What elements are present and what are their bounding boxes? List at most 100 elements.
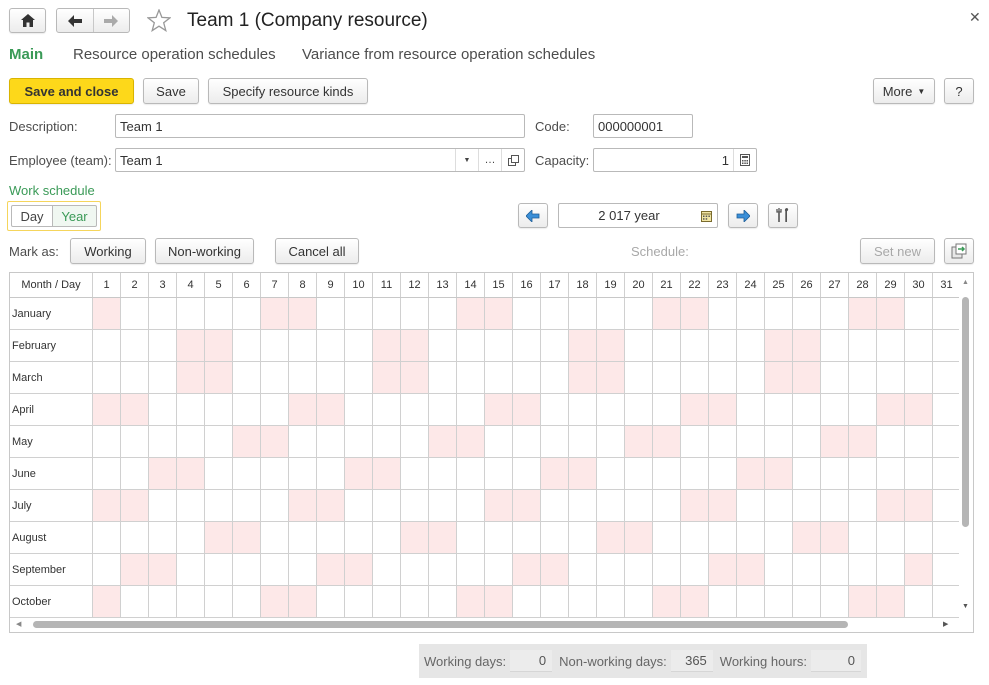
- day-cell[interactable]: [708, 393, 737, 426]
- day-cell[interactable]: [148, 553, 177, 586]
- day-cell[interactable]: [260, 457, 289, 490]
- day-cell[interactable]: [848, 553, 877, 586]
- scroll-down-arrow[interactable]: ▼: [962, 603, 969, 610]
- day-cell[interactable]: [288, 329, 317, 362]
- day-cell[interactable]: [932, 457, 961, 490]
- day-cell[interactable]: [764, 361, 793, 394]
- day-cell[interactable]: [820, 297, 849, 330]
- day-cell[interactable]: [540, 425, 569, 458]
- day-cell[interactable]: [652, 585, 681, 618]
- day-cell[interactable]: [652, 425, 681, 458]
- day-cell[interactable]: [652, 297, 681, 330]
- day-cell[interactable]: [232, 521, 261, 554]
- day-cell[interactable]: [484, 393, 513, 426]
- day-cell[interactable]: [596, 361, 625, 394]
- day-cell[interactable]: [904, 425, 933, 458]
- day-cell[interactable]: [736, 457, 765, 490]
- day-cell[interactable]: [540, 489, 569, 522]
- day-cell[interactable]: [512, 457, 541, 490]
- day-cell[interactable]: [512, 425, 541, 458]
- day-cell[interactable]: [512, 553, 541, 586]
- day-cell[interactable]: [316, 489, 345, 522]
- day-cell[interactable]: [736, 329, 765, 362]
- home-button[interactable]: [9, 8, 46, 33]
- day-cell[interactable]: [792, 297, 821, 330]
- day-cell[interactable]: [680, 297, 709, 330]
- day-cell[interactable]: [288, 361, 317, 394]
- day-cell[interactable]: [120, 457, 149, 490]
- day-cell[interactable]: [204, 425, 233, 458]
- day-cell[interactable]: [596, 393, 625, 426]
- day-cell[interactable]: [288, 585, 317, 618]
- day-cell[interactable]: [400, 521, 429, 554]
- day-cell[interactable]: [344, 361, 373, 394]
- day-cell[interactable]: [484, 457, 513, 490]
- day-cell[interactable]: [904, 297, 933, 330]
- day-cell[interactable]: [232, 457, 261, 490]
- day-cell[interactable]: [848, 521, 877, 554]
- day-cell[interactable]: [596, 585, 625, 618]
- calendar-icon[interactable]: [695, 210, 717, 222]
- day-cell[interactable]: [512, 585, 541, 618]
- day-cell[interactable]: [736, 553, 765, 586]
- day-cell[interactable]: [176, 361, 205, 394]
- day-cell[interactable]: [120, 553, 149, 586]
- day-cell[interactable]: [316, 361, 345, 394]
- day-cell[interactable]: [624, 425, 653, 458]
- day-cell[interactable]: [372, 329, 401, 362]
- day-cell[interactable]: [932, 521, 961, 554]
- day-cell[interactable]: [568, 585, 597, 618]
- day-cell[interactable]: [680, 457, 709, 490]
- scroll-left-arrow[interactable]: ◀: [16, 620, 21, 628]
- day-cell[interactable]: [932, 489, 961, 522]
- day-cell[interactable]: [876, 521, 905, 554]
- period-field[interactable]: 2 017 year: [558, 203, 718, 228]
- day-cell[interactable]: [400, 329, 429, 362]
- day-cell[interactable]: [820, 521, 849, 554]
- day-cell[interactable]: [596, 489, 625, 522]
- day-cell[interactable]: [624, 329, 653, 362]
- view-year-button[interactable]: Year: [53, 205, 97, 227]
- day-cell[interactable]: [512, 521, 541, 554]
- day-cell[interactable]: [512, 329, 541, 362]
- day-cell[interactable]: [540, 297, 569, 330]
- day-cell[interactable]: [876, 329, 905, 362]
- day-cell[interactable]: [456, 521, 485, 554]
- day-cell[interactable]: [932, 425, 961, 458]
- day-cell[interactable]: [596, 457, 625, 490]
- day-cell[interactable]: [736, 425, 765, 458]
- day-cell[interactable]: [428, 553, 457, 586]
- vertical-scrollbar[interactable]: ▲ ▼: [959, 273, 973, 619]
- day-cell[interactable]: [484, 521, 513, 554]
- day-cell[interactable]: [764, 297, 793, 330]
- day-cell[interactable]: [596, 297, 625, 330]
- day-cell[interactable]: [428, 329, 457, 362]
- day-cell[interactable]: [204, 521, 233, 554]
- day-cell[interactable]: [792, 489, 821, 522]
- day-cell[interactable]: [316, 329, 345, 362]
- day-cell[interactable]: [344, 457, 373, 490]
- day-cell[interactable]: [708, 489, 737, 522]
- save-and-close-button[interactable]: Save and close: [9, 78, 134, 104]
- day-cell[interactable]: [540, 361, 569, 394]
- day-cell[interactable]: [848, 329, 877, 362]
- day-cell[interactable]: [764, 425, 793, 458]
- day-cell[interactable]: [876, 489, 905, 522]
- day-cell[interactable]: [372, 393, 401, 426]
- day-cell[interactable]: [232, 489, 261, 522]
- day-cell[interactable]: [904, 585, 933, 618]
- day-cell[interactable]: [260, 361, 289, 394]
- day-cell[interactable]: [624, 297, 653, 330]
- day-cell[interactable]: [540, 457, 569, 490]
- day-cell[interactable]: [428, 457, 457, 490]
- day-cell[interactable]: [484, 553, 513, 586]
- day-cell[interactable]: [120, 297, 149, 330]
- day-cell[interactable]: [848, 393, 877, 426]
- day-cell[interactable]: [120, 585, 149, 618]
- tab-main[interactable]: Main: [9, 46, 43, 63]
- day-cell[interactable]: [624, 489, 653, 522]
- day-cell[interactable]: [316, 521, 345, 554]
- day-cell[interactable]: [232, 297, 261, 330]
- day-cell[interactable]: [736, 489, 765, 522]
- day-cell[interactable]: [204, 297, 233, 330]
